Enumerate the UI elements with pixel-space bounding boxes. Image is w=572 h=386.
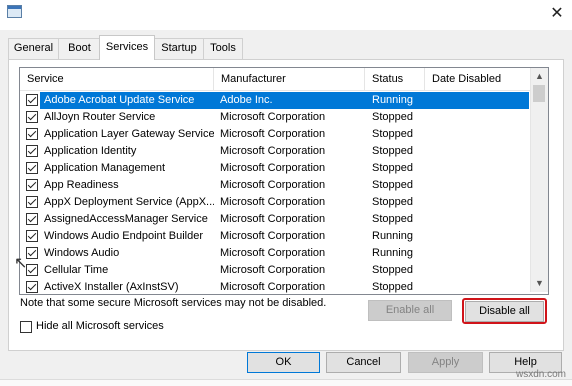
status-cell: Stopped: [372, 281, 413, 293]
msconfig-app-icon: [7, 5, 22, 18]
col-header-manufacturer[interactable]: Manufacturer: [214, 68, 365, 90]
service-name-cell: App Readiness: [44, 179, 119, 191]
tab-services[interactable]: Services: [99, 35, 155, 60]
service-row[interactable]: Application Management Microsoft Corporat…: [20, 160, 530, 177]
service-name-cell: AppX Deployment Service (AppX...: [44, 196, 214, 208]
service-checkbox[interactable]: [26, 179, 38, 191]
tab-startup[interactable]: Startup: [153, 38, 205, 59]
col-header-date-disabled[interactable]: Date Disabled: [425, 68, 530, 90]
manufacturer-cell: Microsoft Corporation: [220, 128, 326, 140]
service-row[interactable]: App Readiness Microsoft Corporation Stoppe…: [20, 177, 530, 194]
status-cell: Stopped: [372, 111, 413, 123]
service-name-cell: ActiveX Installer (AxInstSV): [44, 281, 179, 293]
manufacturer-cell: Microsoft Corporation: [220, 213, 326, 225]
service-name-cell: AssignedAccessManager Service: [44, 213, 208, 225]
service-name-cell: Application Management: [44, 162, 166, 174]
list-header: Service Manufacturer Status Date Disable…: [20, 68, 530, 91]
apply-button[interactable]: Apply: [408, 352, 483, 373]
status-cell: Stopped: [372, 196, 413, 208]
manufacturer-cell: Microsoft Corporation: [220, 145, 326, 157]
enable-all-button[interactable]: Enable all: [368, 300, 452, 321]
manufacturer-cell: Microsoft Corporation: [220, 230, 326, 242]
manufacturer-cell: Microsoft Corporation: [220, 179, 326, 191]
service-checkbox[interactable]: [26, 162, 38, 174]
service-checkbox[interactable]: [26, 281, 38, 293]
service-row[interactable]: ActiveX Installer (AxInstSV) Microsoft Co…: [20, 279, 530, 294]
title-bar: ✕: [0, 0, 572, 30]
status-cell: Running: [372, 230, 413, 242]
service-row[interactable]: AllJoyn Router Service Microsoft Corporat…: [20, 109, 530, 126]
manufacturer-cell: Microsoft Corporation: [220, 281, 326, 293]
service-checkbox[interactable]: [26, 264, 38, 276]
services-list[interactable]: Service Manufacturer Status Date Disable…: [19, 67, 549, 295]
hide-ms-services-label[interactable]: Hide all Microsoft services: [36, 320, 164, 332]
secure-services-note: Note that some secure Microsoft services…: [20, 297, 327, 309]
service-name-cell: Adobe Acrobat Update Service: [44, 94, 195, 106]
service-row[interactable]: Windows Audio Endpoint Builder Microsoft …: [20, 228, 530, 245]
service-row[interactable]: AssignedAccessManager Service Microsoft C…: [20, 211, 530, 228]
status-cell: Stopped: [372, 179, 413, 191]
scroll-up-icon[interactable]: ▲: [531, 68, 548, 85]
service-checkbox[interactable]: [26, 128, 38, 140]
service-name-cell: Application Layer Gateway Service: [44, 128, 214, 140]
service-checkbox[interactable]: [26, 196, 38, 208]
manufacturer-cell: Microsoft Corporation: [220, 264, 326, 276]
service-name-cell: Windows Audio Endpoint Builder: [44, 230, 203, 242]
scroll-down-icon[interactable]: ▼: [531, 275, 548, 292]
col-header-status[interactable]: Status: [365, 68, 425, 90]
service-checkbox[interactable]: [26, 145, 38, 157]
service-name-cell: Cellular Time: [44, 264, 109, 276]
status-cell: Stopped: [372, 264, 413, 276]
cancel-button[interactable]: Cancel: [326, 352, 401, 373]
service-checkbox[interactable]: [26, 94, 38, 106]
service-row[interactable]: AppX Deployment Service (AppX... Microsof…: [20, 194, 530, 211]
service-name-cell: AllJoyn Router Service: [44, 111, 156, 123]
service-row[interactable]: Application Identity Microsoft Corporatio…: [20, 143, 530, 160]
service-name-cell: Windows Audio: [44, 247, 120, 259]
ok-button[interactable]: OK: [247, 352, 320, 373]
service-checkbox[interactable]: [26, 213, 38, 225]
tab-general[interactable]: General: [8, 38, 59, 59]
service-checkbox[interactable]: [26, 111, 38, 123]
mouse-cursor-icon: ↖: [14, 255, 28, 272]
service-checkbox[interactable]: [26, 230, 38, 242]
service-row[interactable]: Adobe Acrobat Update Service Adobe Inc. Ru…: [20, 92, 530, 109]
manufacturer-cell: Microsoft Corporation: [220, 196, 326, 208]
manufacturer-cell: Adobe Inc.: [220, 94, 273, 106]
scroll-thumb[interactable]: [533, 85, 545, 102]
tab-tools[interactable]: Tools: [203, 38, 243, 59]
manufacturer-cell: Microsoft Corporation: [220, 162, 326, 174]
hide-ms-services-checkbox[interactable]: [20, 321, 32, 333]
watermark: wsxdn.com: [515, 369, 566, 380]
status-cell: Stopped: [372, 145, 413, 157]
service-name-cell: Application Identity: [44, 145, 137, 157]
status-cell: Stopped: [372, 128, 413, 140]
tab-boot[interactable]: Boot: [58, 38, 101, 59]
status-cell: Running: [372, 94, 413, 106]
status-cell: Stopped: [372, 162, 413, 174]
vertical-scrollbar[interactable]: ▲ ▼: [530, 68, 548, 292]
service-checkbox[interactable]: [26, 247, 38, 259]
close-button[interactable]: ✕: [542, 0, 572, 28]
disable-all-highlight: [462, 298, 547, 324]
manufacturer-cell: Microsoft Corporation: [220, 247, 326, 259]
manufacturer-cell: Microsoft Corporation: [220, 111, 326, 123]
service-row[interactable]: Application Layer Gateway Service Microso…: [20, 126, 530, 143]
status-cell: Stopped: [372, 213, 413, 225]
service-row[interactable]: Cellular Time Microsoft Corporation Stoppe…: [20, 262, 530, 279]
status-cell: Running: [372, 247, 413, 259]
col-header-service[interactable]: Service: [20, 68, 214, 90]
service-row[interactable]: Windows Audio Microsoft Corporation Runnin…: [20, 245, 530, 262]
